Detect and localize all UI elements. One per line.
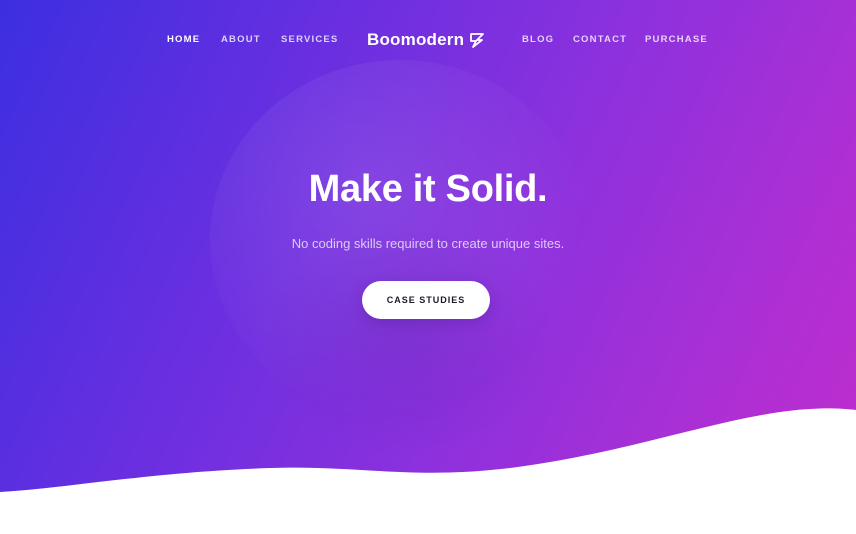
case-studies-button[interactable]: CASE STUDIES	[362, 281, 490, 319]
hero-wave-divider	[0, 408, 856, 534]
nav-item-purchase[interactable]: PURCHASE	[645, 34, 708, 45]
hero-subtitle: No coding skills required to create uniq…	[291, 236, 565, 251]
nav-item-services[interactable]: SERVICES	[281, 34, 338, 45]
hero-title: Make it Solid.	[308, 168, 548, 210]
lightning-icon	[470, 33, 485, 48]
nav-item-home[interactable]: HOME	[167, 34, 200, 45]
nav-item-about[interactable]: ABOUT	[221, 34, 261, 45]
nav-item-contact[interactable]: CONTACT	[573, 34, 627, 45]
hero-section: HOME ABOUT SERVICES Boomodern BLOG CONTA…	[0, 0, 856, 534]
brand-name: Boomodern	[367, 30, 465, 49]
main-nav: HOME ABOUT SERVICES Boomodern BLOG CONTA…	[0, 30, 856, 50]
nav-item-blog[interactable]: BLOG	[522, 34, 554, 45]
brand-logo[interactable]: Boomodern	[367, 30, 485, 50]
